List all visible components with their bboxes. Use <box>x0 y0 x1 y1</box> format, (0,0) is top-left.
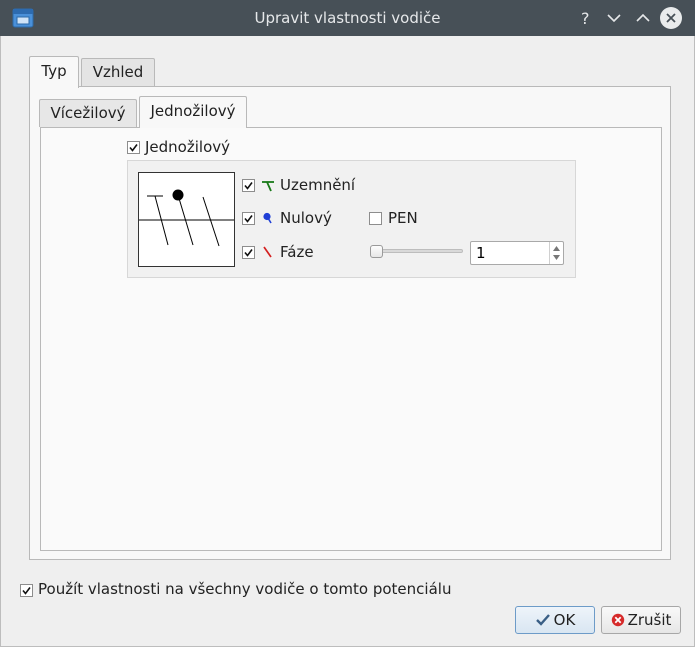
neutral-label: Nulový <box>280 209 332 227</box>
phase-checkbox[interactable] <box>242 246 255 259</box>
spinbox-arrows <box>549 242 563 264</box>
tab-vzhled-label: Vzhled <box>92 63 144 81</box>
single-wire-checkbox[interactable] <box>127 141 140 154</box>
ok-label: OK <box>553 611 576 629</box>
apply-all-checkbox[interactable] <box>20 584 33 597</box>
tab-jednozilovy[interactable]: Jednožilový <box>139 96 247 128</box>
pen-checkbox[interactable] <box>369 212 382 225</box>
phase-symbol-icon <box>262 246 274 258</box>
ground-label: Uzemnění <box>280 176 356 194</box>
tab-typ-label: Typ <box>41 62 67 80</box>
neutral-symbol-icon <box>262 212 274 224</box>
title-bar: Upravit vlastnosti vodiče ? <box>0 0 695 36</box>
close-icon[interactable] <box>660 7 682 29</box>
ground-checkbox[interactable] <box>242 179 255 192</box>
tab-vicezilovy-label: Vícežilový <box>50 104 126 122</box>
svg-text:?: ? <box>581 9 590 28</box>
phase-count-input[interactable] <box>476 244 546 262</box>
tab-vicezilovy[interactable]: Vícežilový <box>39 99 137 127</box>
checkmark-icon <box>535 614 550 626</box>
maximize-icon[interactable] <box>633 8 653 28</box>
tab-vzhled[interactable]: Vzhled <box>81 58 155 86</box>
apply-all-label: Použít vlastnosti na všechny vodiče o to… <box>38 580 452 598</box>
spin-down-icon[interactable] <box>553 255 560 260</box>
cancel-icon <box>611 613 624 627</box>
spin-up-icon[interactable] <box>553 246 560 251</box>
ground-symbol-icon <box>261 180 275 192</box>
neutral-checkbox[interactable] <box>242 212 255 225</box>
cancel-button[interactable]: Zrušit <box>601 606 681 634</box>
ok-button[interactable]: OK <box>515 606 595 634</box>
phase-count-slider-handle[interactable] <box>370 245 383 258</box>
wire-preview <box>138 172 235 267</box>
tab-typ[interactable]: Typ <box>29 56 79 88</box>
dialog-body: Typ Vzhled Vícežilový Jednožilový Jednož… <box>0 36 695 647</box>
tab-panel-jednozilovy: Jednožilový Uzemnění Nulový PEN Fáze 1 <box>40 127 662 551</box>
help-icon[interactable]: ? <box>576 8 596 28</box>
single-wire-options-group: Uzemnění Nulový PEN Fáze 1 <box>127 160 576 278</box>
cancel-label: Zrušit <box>627 611 672 629</box>
phase-label: Fáze <box>280 243 314 261</box>
tab-jednozilovy-label: Jednožilový <box>150 102 236 120</box>
pen-label: PEN <box>388 209 418 227</box>
tab-panel-typ: Vícežilový Jednožilový Jednožilový Uzemn… <box>29 86 671 560</box>
phase-count-spinbox[interactable] <box>470 241 564 265</box>
minimize-icon[interactable] <box>604 8 624 28</box>
single-wire-label: Jednožilový <box>145 138 230 156</box>
phase-count-slider[interactable] <box>371 249 463 253</box>
